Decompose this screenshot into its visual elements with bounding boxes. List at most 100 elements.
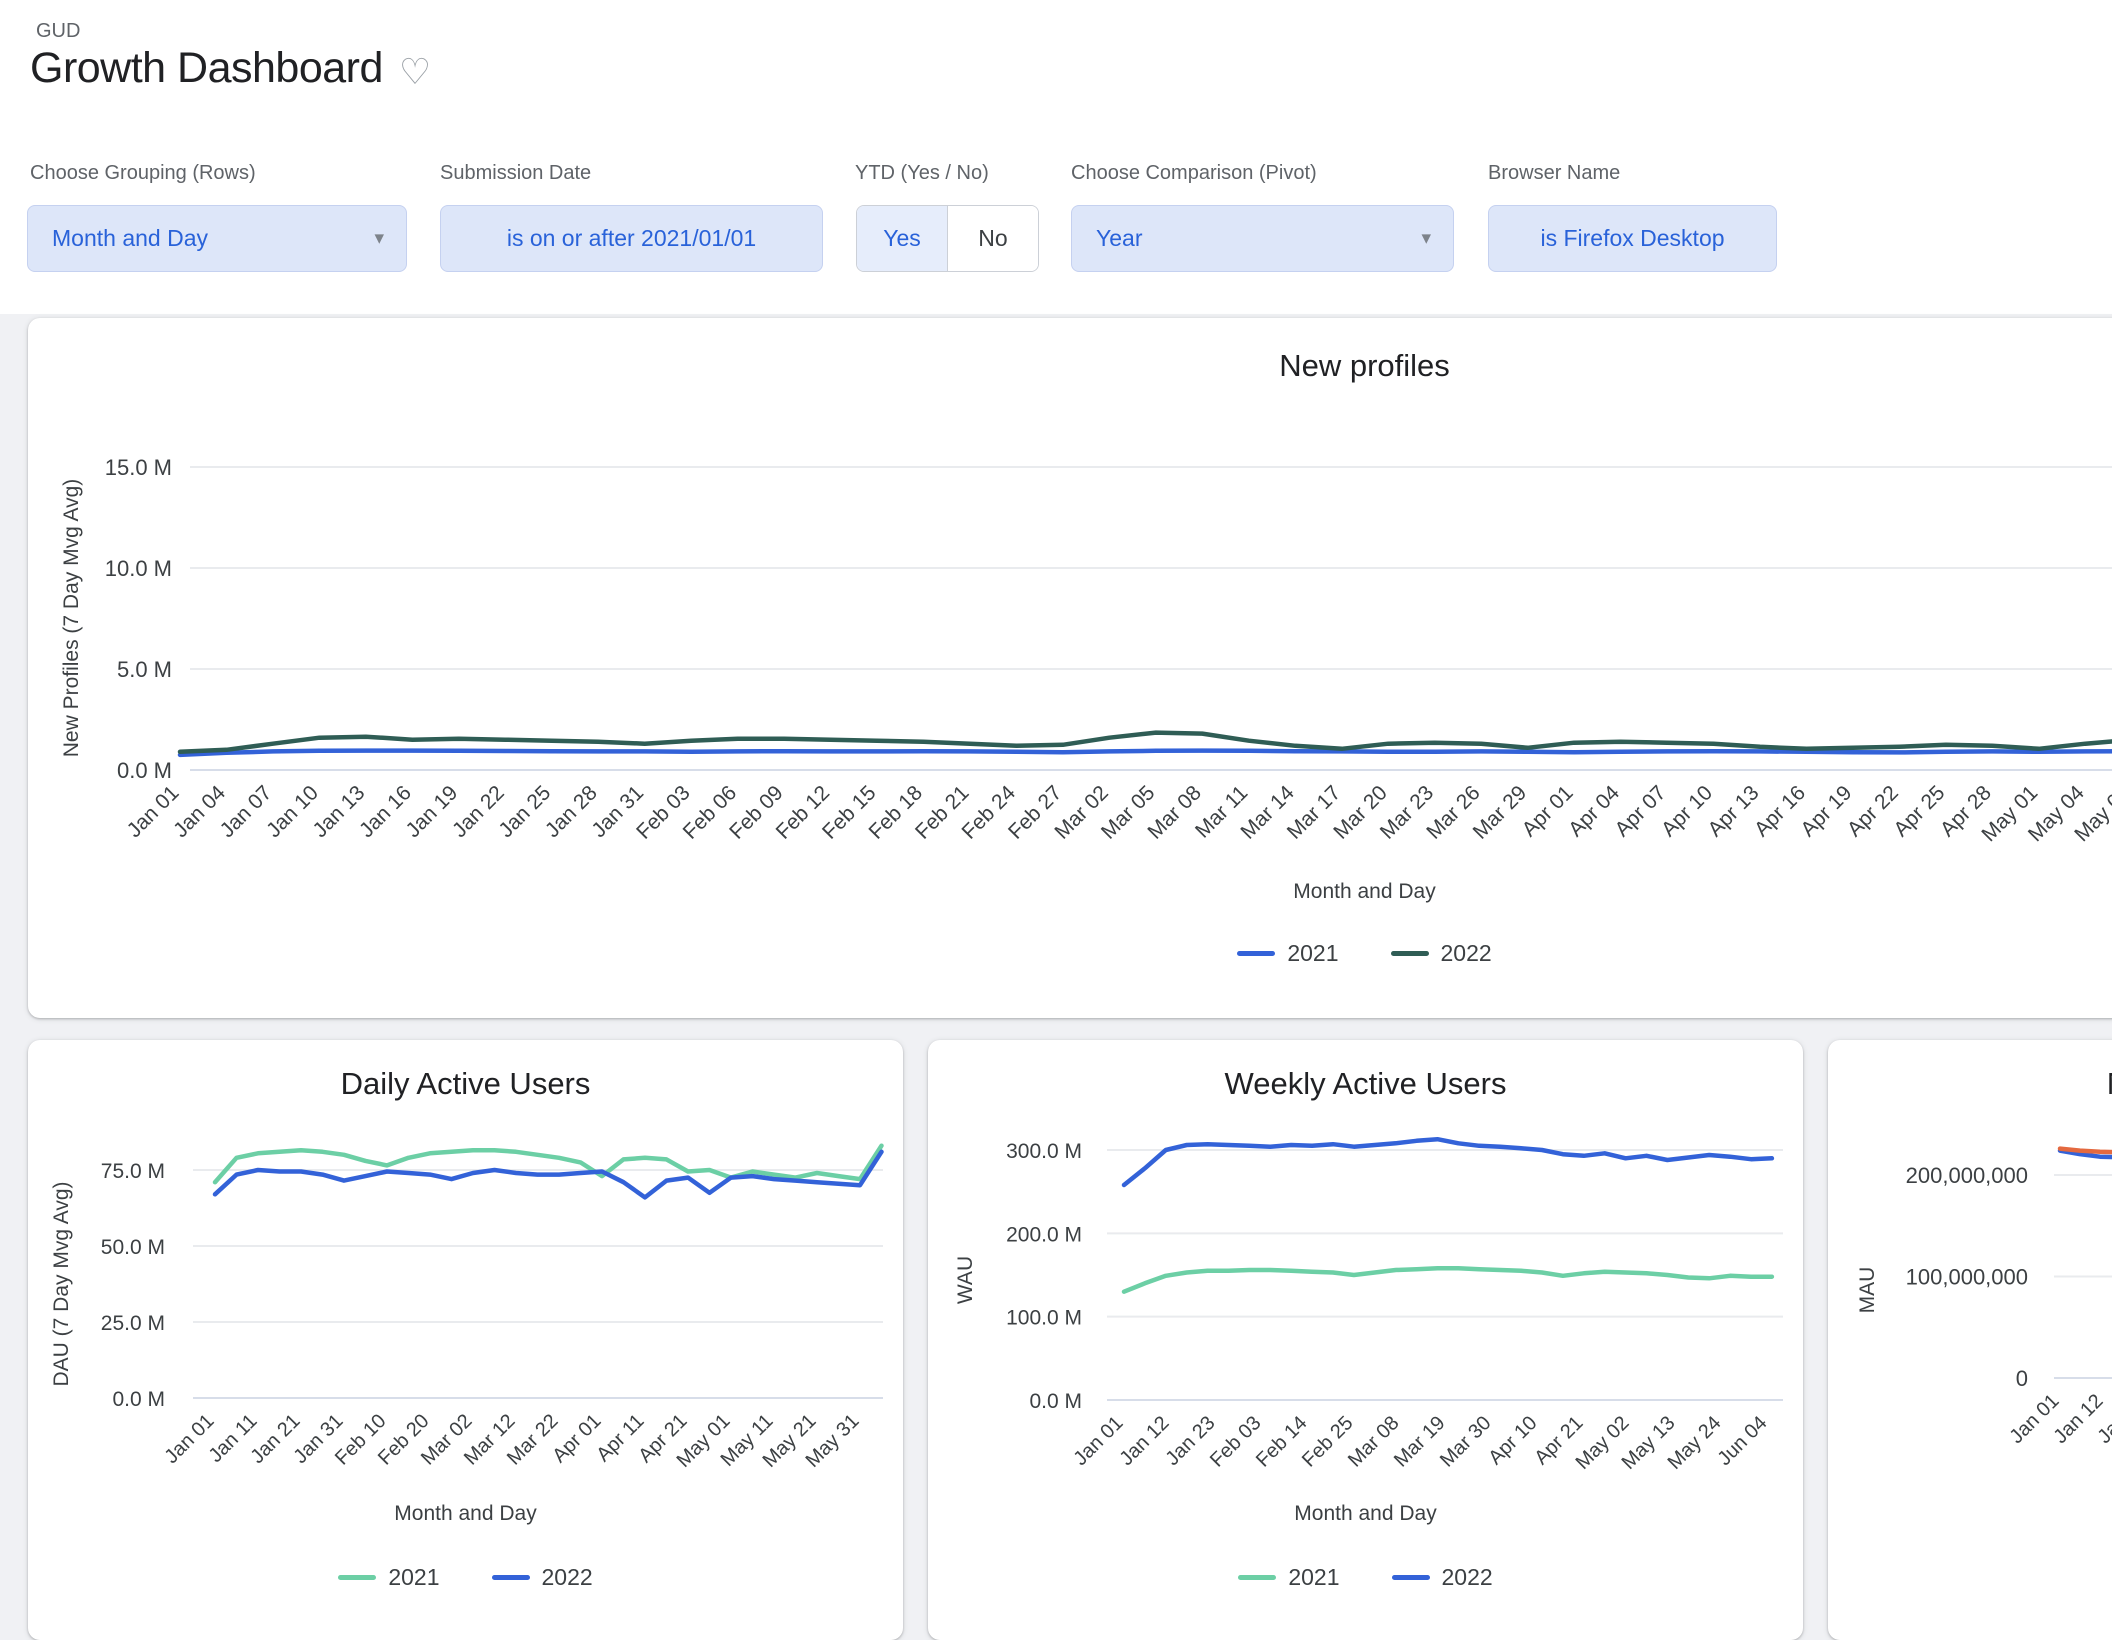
gridlines-and-y-ticks: 75.0 M50.0 M25.0 M0.0 M — [101, 1160, 883, 1411]
mau-card: Monthly Active Users 200,000,000100,000,… — [1828, 1040, 2112, 1640]
wau-plot: 300.0 M 200.0 M 100.0 M 0.0 MJan 01Jan 12Ja… — [928, 1040, 1803, 1500]
dashboard-header: GUD Growth Dashboard ♡ Choose Grouping (… — [0, 0, 2112, 314]
ytd-toggle-yes[interactable]: Yes — [857, 206, 948, 271]
x-tick-label: Apr 07 — [1611, 781, 1671, 841]
legend-item-2021[interactable]: 2021 — [1237, 940, 1338, 967]
caret-down-icon: ▾ — [374, 227, 384, 250]
x-tick-label: Apr 04 — [1564, 781, 1624, 841]
y-axis-title: New Profiles (7 Day Mvg Avg) — [60, 479, 84, 758]
grouping-dropdown-value: Month and Day — [52, 225, 208, 252]
browser-name-filter[interactable]: is Firefox Desktop — [1488, 205, 1777, 272]
x-tick-label: Jan 16 — [355, 781, 416, 842]
caret-down-icon: ▾ — [1421, 227, 1431, 250]
breadcrumb[interactable]: GUD — [36, 20, 80, 43]
legend: 2021 2022 — [928, 1564, 1803, 1591]
legend-swatch — [1238, 1575, 1276, 1580]
ytd-toggle-no[interactable]: No — [948, 206, 1038, 271]
x-tick-label: Jan 22 — [448, 781, 509, 842]
x-tick-label: Jan 04 — [169, 781, 230, 842]
y-tick-label: 200.0 M — [1006, 1223, 1082, 1246]
filter-label-submission-date: Submission Date — [440, 162, 591, 185]
x-tick-label: Mar 08 — [1344, 1412, 1404, 1472]
legend-swatch — [492, 1575, 530, 1580]
x-tick-labels: Jan 01Jan 12Jan 23 — [2006, 1390, 2112, 1448]
browser-name-value: is Firefox Desktop — [1540, 225, 1724, 252]
x-tick-label: Feb 14 — [1252, 1412, 1312, 1472]
y-tick-label: 0.0 M — [1029, 1390, 1082, 1413]
filter-label-ytd: YTD (Yes / No) — [855, 162, 989, 185]
legend-item-2022[interactable]: 2022 — [1392, 1564, 1493, 1591]
x-tick-label: Mar 29 — [1469, 781, 1531, 843]
y-tick-label: 15.0 M — [105, 455, 172, 480]
x-tick-labels: Jan 01Jan 12Jan 23Feb 03Feb 14Feb 25Mar … — [1070, 1412, 1772, 1474]
x-tick-label: Jan 01 — [123, 781, 184, 842]
new-profiles-plot: 15.0 M 10.0 M 5.0 M 0.0 MJan 01Jan 04Jan 07… — [28, 318, 2112, 898]
y-axis-title: WAU — [954, 1256, 978, 1304]
y-tick-label: 100,000,000 — [1906, 1265, 2028, 1290]
ytd-toggle: Yes No — [856, 205, 1039, 272]
dau-plot: 75.0 M50.0 M25.0 M0.0 MJan 01Jan 11Jan 2… — [28, 1040, 903, 1500]
y-tick-label: 0.0 M — [117, 758, 172, 783]
x-tick-label: Apr 22 — [1843, 781, 1903, 841]
dau-card: Daily Active Users 75.0 M50.0 M25.0 M0.0… — [28, 1040, 903, 1640]
x-tick-labels: Jan 01Jan 11Jan 21Jan 31Feb 10Feb 20Mar … — [161, 1410, 864, 1472]
legend-item-2022[interactable]: 2022 — [492, 1564, 593, 1591]
x-tick-label: Apr 01 — [548, 1410, 605, 1467]
comparison-dropdown[interactable]: Year ▾ — [1071, 205, 1454, 272]
x-tick-label: Apr 10 — [1484, 1412, 1541, 1469]
y-tick-label: 0.0 M — [112, 1388, 165, 1411]
submission-date-value: is on or after 2021/01/01 — [507, 225, 756, 252]
y-axis-title: DAU (7 Day Mvg Avg) — [50, 1181, 74, 1386]
legend-swatch — [338, 1575, 376, 1580]
y-tick-label: 10.0 M — [105, 556, 172, 581]
x-tick-label: Jan 01 — [2006, 1390, 2064, 1448]
grouping-dropdown[interactable]: Month and Day ▾ — [27, 205, 407, 272]
x-tick-label: Feb 03 — [1206, 1412, 1266, 1472]
page-title: Growth Dashboard — [30, 44, 383, 93]
wau-card: Weekly Active Users 300.0 M200.0 M100.0 … — [928, 1040, 1803, 1640]
filter-label-grouping: Choose Grouping (Rows) — [30, 162, 256, 185]
y-tick-label: 5.0 M — [117, 657, 172, 682]
new-profiles-card: New profiles 15.0 M10.0 M5.0 M0.0 MJan 0… — [28, 318, 2112, 1018]
x-tick-label: Jan 12 — [2050, 1390, 2108, 1448]
x-tick-label: Apr 13 — [1703, 781, 1763, 841]
legend: 2021 2022 — [28, 940, 2112, 967]
x-axis-title: Month and Day — [28, 880, 2112, 904]
legend: 2022 2021 — [1828, 1564, 2112, 1591]
x-tick-label: Jan 13 — [309, 781, 370, 842]
x-tick-label: Jan 12 — [1116, 1412, 1174, 1470]
legend-item-2022[interactable]: 2022 — [1391, 940, 1492, 967]
x-tick-label: Jan 25 — [494, 781, 555, 842]
x-tick-label: Apr 16 — [1750, 781, 1810, 841]
legend-item-2021[interactable]: 2021 — [1238, 1564, 1339, 1591]
filter-label-comparison: Choose Comparison (Pivot) — [1071, 162, 1317, 185]
x-tick-label: Apr 10 — [1657, 781, 1717, 841]
x-tick-label: Apr 19 — [1796, 781, 1856, 841]
x-tick-label: Mar 08 — [1143, 781, 1205, 843]
y-tick-label: 100.0 M — [1006, 1307, 1082, 1330]
x-tick-label: Jan 19 — [402, 781, 463, 842]
x-tick-label: Jun 04 — [1714, 1412, 1772, 1470]
x-tick-label: Apr 25 — [1889, 781, 1949, 841]
x-tick-label: Jan 10 — [262, 781, 323, 842]
x-tick-label: Jan 07 — [216, 781, 277, 842]
x-tick-label: Apr 01 — [1518, 781, 1578, 841]
y-tick-label: 25.0 M — [101, 1312, 165, 1335]
series-line-2021 — [180, 751, 2112, 755]
series-line-2022 — [1124, 1139, 1772, 1185]
growth-dashboard-page: { "header": { "breadcrumb": "GUD", "titl… — [0, 0, 2112, 1596]
legend-item-2021[interactable]: 2021 — [338, 1564, 439, 1591]
favorite-heart-icon[interactable]: ♡ — [399, 54, 431, 90]
legend-swatch — [1392, 1575, 1430, 1580]
x-tick-label: Mar 30 — [1436, 1412, 1496, 1472]
gridlines-and-y-ticks: 15.0 M 10.0 M 5.0 M 0.0 M — [105, 455, 2112, 783]
x-tick-labels: Jan 01Jan 04Jan 07Jan 10Jan 13Jan 16Jan … — [123, 781, 2112, 846]
x-tick-label: Mar 19 — [1390, 1412, 1450, 1472]
x-axis-title: Month and Day — [928, 1502, 1803, 1526]
submission-date-filter[interactable]: is on or after 2021/01/01 — [440, 205, 823, 272]
x-tick-label: Jan 01 — [1070, 1412, 1128, 1470]
comparison-dropdown-value: Year — [1096, 225, 1142, 252]
y-tick-label: 50.0 M — [101, 1236, 165, 1259]
x-tick-label: Feb 25 — [1298, 1412, 1358, 1472]
y-tick-label: 300.0 M — [1006, 1140, 1082, 1163]
